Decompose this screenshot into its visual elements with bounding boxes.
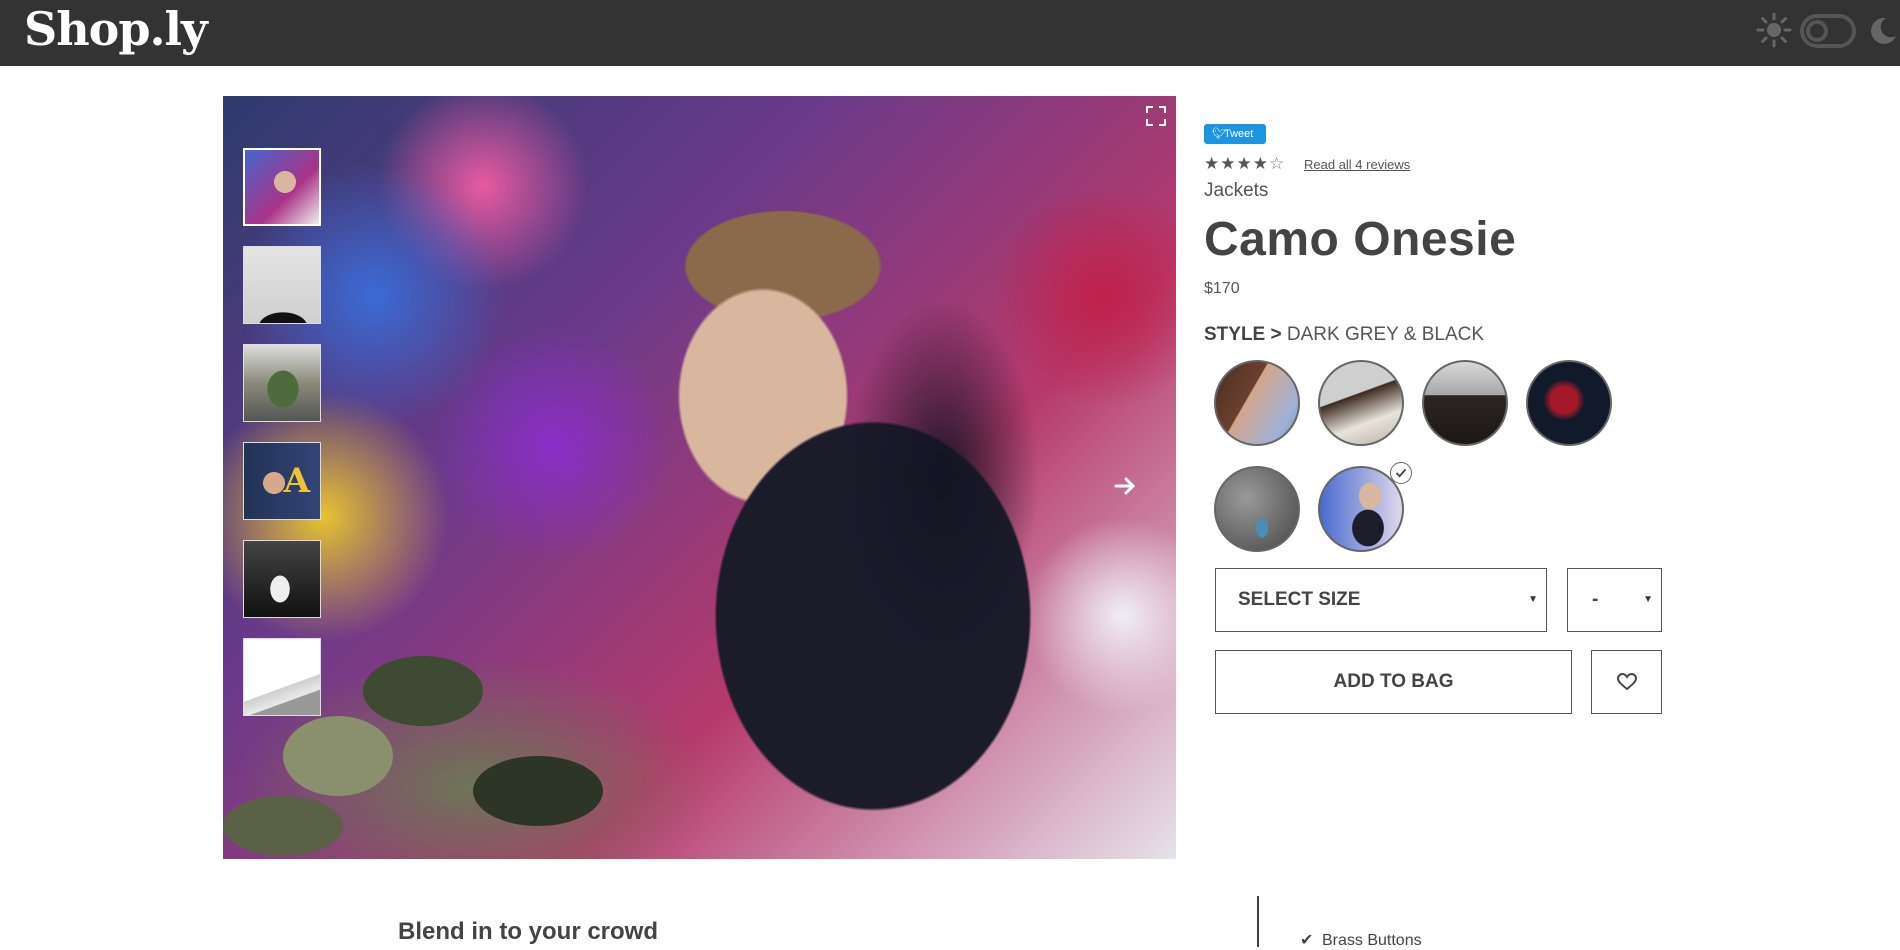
- thumbnail-4[interactable]: A: [243, 442, 321, 520]
- style-row: STYLE > DARK GREY & BLACK: [1204, 324, 1484, 346]
- check-icon: ✔: [1300, 932, 1314, 949]
- product-image-gallery[interactable]: A: [223, 96, 1176, 859]
- twitter-icon: 🐦︎: [1212, 128, 1226, 140]
- camo-pattern: [473, 756, 603, 826]
- wishlist-button[interactable]: [1591, 650, 1662, 714]
- theme-toggle[interactable]: [1750, 8, 1900, 52]
- star-filled-icon: ★: [1220, 154, 1237, 174]
- size-select-value: SELECT SIZE: [1238, 589, 1361, 610]
- tweet-label: Tweet: [1224, 128, 1254, 140]
- star-filled-icon: ★: [1236, 154, 1253, 174]
- fullscreen-icon[interactable]: [1146, 106, 1166, 126]
- heart-icon: [1617, 673, 1637, 691]
- product-price: $170: [1204, 280, 1240, 297]
- style-label: STYLE: [1204, 324, 1266, 345]
- rating-stars: ★★★★☆: [1204, 154, 1285, 174]
- size-select[interactable]: SELECT SIZE ▼: [1215, 568, 1547, 632]
- star-filled-icon: ★: [1252, 154, 1269, 174]
- theme-switch-knob: [1806, 20, 1828, 42]
- product-category[interactable]: Jackets: [1204, 180, 1268, 202]
- section-divider: [1257, 896, 1259, 947]
- quantity-select-value: -: [1592, 589, 1599, 610]
- tweet-button[interactable]: 🐦︎Tweet: [1204, 124, 1266, 144]
- arrow-right-icon[interactable]: [1113, 474, 1137, 498]
- style-separator: >: [1270, 324, 1282, 345]
- quantity-select[interactable]: - ▼: [1567, 568, 1662, 632]
- dropdown-caret-icon: ▼: [1528, 594, 1538, 605]
- theme-switch[interactable]: [1800, 14, 1856, 48]
- moon-icon: [1871, 17, 1896, 44]
- check-icon: [1390, 462, 1412, 484]
- sun-icon: [1756, 12, 1792, 48]
- reviews-link[interactable]: Read all 4 reviews: [1304, 157, 1410, 172]
- thumbnail-3[interactable]: [243, 344, 321, 422]
- description-heading: Blend in to your crowd: [398, 918, 659, 945]
- camo-pattern: [363, 656, 483, 726]
- dropdown-caret-icon: ▼: [1643, 594, 1653, 605]
- style-swatch-2[interactable]: [1318, 360, 1404, 446]
- style-swatch-1[interactable]: [1214, 360, 1300, 446]
- camo-pattern: [223, 796, 343, 856]
- thumbnail-5[interactable]: [243, 540, 321, 618]
- thumbnail-list: A: [243, 148, 321, 736]
- thumbnail-2[interactable]: [243, 246, 321, 324]
- style-value: DARK GREY & BLACK: [1286, 324, 1485, 345]
- thumbnail-1[interactable]: [243, 148, 321, 226]
- style-swatch-4[interactable]: [1526, 360, 1612, 446]
- thumbnail-6[interactable]: [243, 638, 321, 716]
- style-swatch-3[interactable]: [1422, 360, 1508, 446]
- top-header: Shop.ly: [0, 0, 1900, 66]
- star-empty-icon: ☆: [1269, 154, 1286, 174]
- site-logo[interactable]: Shop.ly: [24, 2, 208, 56]
- style-swatch-5[interactable]: [1214, 466, 1300, 552]
- thumbnail-letter: A: [283, 461, 310, 501]
- feature-label: Brass Buttons: [1322, 932, 1422, 949]
- feature-item: ✔ Brass Buttons: [1300, 930, 1422, 950]
- star-filled-icon: ★: [1204, 154, 1221, 174]
- add-to-bag-button[interactable]: ADD TO BAG: [1215, 650, 1572, 714]
- product-title: Camo Onesie: [1204, 213, 1517, 266]
